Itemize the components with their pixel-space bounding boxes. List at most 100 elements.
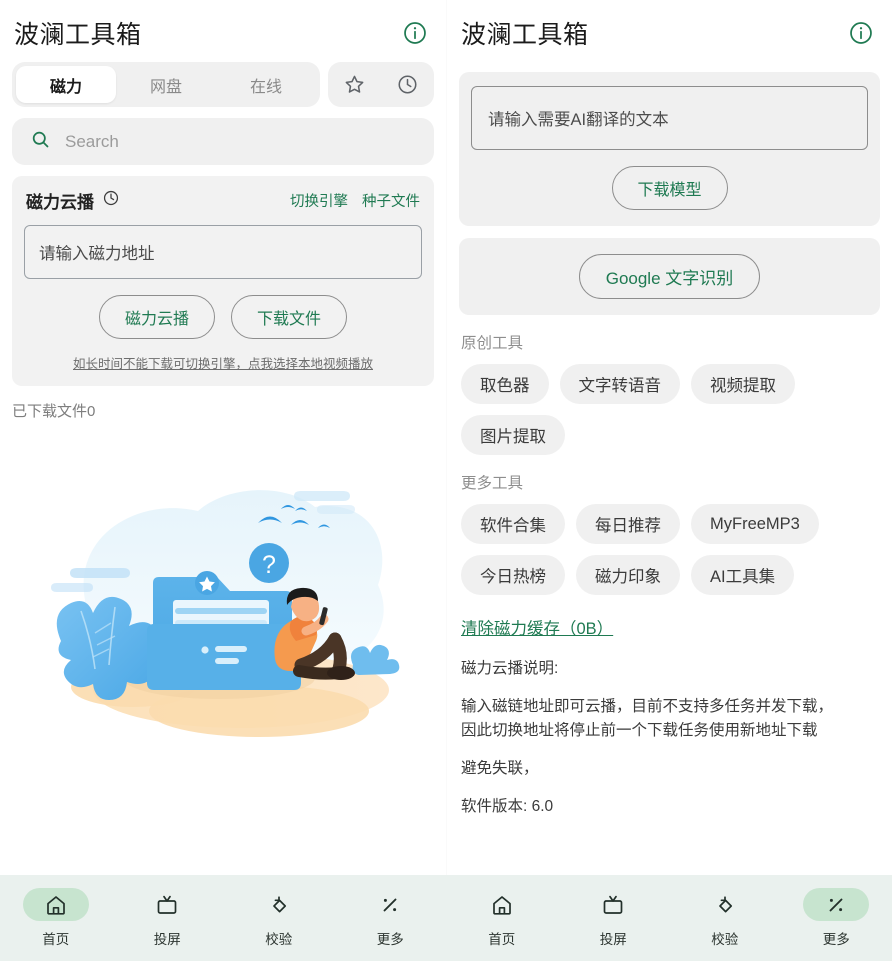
nav-label: 校验 — [711, 932, 739, 947]
nav-item-cast[interactable]: 投屏 — [112, 888, 224, 948]
empty-state-illustration: ? — [0, 425, 446, 755]
clock-icon[interactable] — [102, 189, 120, 212]
chip-software-collection[interactable]: 软件合集 — [461, 504, 565, 544]
search-icon — [30, 129, 51, 155]
nav-pill — [469, 888, 535, 921]
more-tools-chips: 软件合集 每日推荐 MyFreeMP3 今日热榜 磁力印象 AI工具集 — [461, 504, 892, 595]
app-screen: 波澜工具箱 磁力 网盘 在线 Search 磁力云播 切换引擎 种子文件 请输入… — [0, 0, 892, 961]
nav-pill — [246, 888, 312, 921]
original-tools-label: 原创工具 — [461, 335, 524, 352]
cast-tv-icon — [601, 893, 625, 917]
nav-item-cast[interactable]: 投屏 — [558, 888, 670, 948]
translate-text-input[interactable]: 请输入需要AI翻译的文本 — [471, 86, 868, 150]
nav-item-more[interactable]: 更多 — [781, 888, 892, 948]
page-title: 波澜工具箱 — [14, 21, 142, 49]
source-tabs: 磁力 网盘 在线 — [12, 62, 320, 107]
info-circle-icon[interactable] — [848, 20, 874, 46]
download-file-button[interactable]: 下载文件 — [231, 295, 347, 339]
page-title: 波澜工具箱 — [461, 21, 589, 49]
nav-pill — [580, 888, 646, 921]
description-paragraph-line1: 输入磁链地址即可云播，目前不支持多任务并发下载， — [461, 698, 834, 716]
cast-tv-icon — [155, 893, 179, 917]
nav-pill — [357, 888, 423, 921]
magnet-title: 磁力云播 — [26, 193, 94, 212]
tab-netdisk[interactable]: 网盘 — [116, 66, 216, 103]
search-bar[interactable]: Search — [12, 118, 434, 165]
chip-myfreemp3[interactable]: MyFreeMP3 — [691, 504, 819, 544]
rotate-verify-icon — [267, 893, 291, 917]
star-icon[interactable] — [343, 73, 366, 96]
chip-color-picker[interactable]: 取色器 — [461, 364, 549, 404]
original-tools-chips: 取色器 文字转语音 视频提取 图片提取 — [461, 364, 892, 455]
left-header: 波澜工具箱 — [0, 0, 446, 62]
magnet-card-header: 磁力云播 切换引擎 种子文件 — [24, 188, 422, 213]
tabs-row: 磁力 网盘 在线 — [0, 62, 446, 107]
magnet-description-block: 磁力云播说明: 输入磁链地址即可云播，目前不支持多任务并发下载， 因此切换地址将… — [461, 657, 878, 819]
clock-icon[interactable] — [396, 73, 419, 96]
chip-magnet-impression[interactable]: 磁力印象 — [576, 555, 680, 595]
chip-daily-recommend[interactable]: 每日推荐 — [576, 504, 680, 544]
description-paragraph-line2: 因此切换地址将停止前一个下载任务使用新地址下载 — [461, 722, 818, 740]
tab-online[interactable]: 在线 — [216, 66, 316, 103]
magnet-address-input[interactable]: 请输入磁力地址 — [24, 225, 422, 279]
chip-text-to-speech[interactable]: 文字转语音 — [559, 364, 680, 404]
downloaded-count-label: 已下载文件0 — [12, 403, 96, 420]
nav-label: 首页 — [488, 932, 516, 947]
right-panel: 波澜工具箱 请输入需要AI翻译的文本 下载模型 Google 文字识别 原创工具… — [446, 0, 892, 875]
chip-image-extract[interactable]: 图片提取 — [461, 415, 565, 455]
svg-text:?: ? — [262, 551, 276, 579]
tab-actions — [328, 62, 434, 107]
left-panel: 波澜工具箱 磁力 网盘 在线 Search 磁力云播 切换引擎 种子文件 请输入… — [0, 0, 446, 875]
nav-pill — [22, 888, 89, 921]
percent-more-icon — [824, 893, 848, 917]
home-icon — [490, 893, 514, 917]
tab-magnet[interactable]: 磁力 — [16, 66, 116, 103]
nav-pill — [692, 888, 758, 921]
rotate-verify-icon — [713, 893, 737, 917]
info-circle-icon[interactable] — [402, 20, 428, 46]
software-version: 软件版本: 6.0 — [461, 798, 554, 816]
description-heading: 磁力云播说明: — [461, 660, 559, 677]
google-ocr-button[interactable]: Google 文字识别 — [578, 254, 761, 299]
home-icon — [44, 893, 68, 917]
bottom-nav-right: 首页 投屏 校验 更多 — [446, 875, 892, 961]
description-paragraph-2: 避免失联， — [461, 760, 539, 778]
torrent-file-link[interactable]: 种子文件 — [362, 190, 420, 211]
nav-pill — [134, 888, 200, 921]
nav-label: 更多 — [376, 932, 404, 947]
magnet-links: 切换引擎 种子文件 — [290, 190, 420, 211]
nav-label: 更多 — [822, 932, 850, 947]
local-video-hint-link[interactable]: 如长时间不能下载可切换引擎，点我选择本地视频播放 — [24, 353, 422, 372]
magnet-play-button[interactable]: 磁力云播 — [99, 295, 215, 339]
dual-panel-container: 波澜工具箱 磁力 网盘 在线 Search 磁力云播 切换引擎 种子文件 请输入… — [0, 0, 892, 875]
nav-label: 投屏 — [153, 932, 181, 947]
google-ocr-card: Google 文字识别 — [459, 238, 880, 315]
nav-label: 投屏 — [599, 932, 627, 947]
magnet-button-row: 磁力云播 下载文件 — [24, 295, 422, 339]
switch-engine-link[interactable]: 切换引擎 — [290, 190, 348, 211]
download-model-button[interactable]: 下载模型 — [611, 166, 728, 210]
more-tools-label: 更多工具 — [461, 475, 524, 492]
nav-item-home[interactable]: 首页 — [0, 888, 112, 948]
bottom-navigation: 首页 投屏 校验 更多 首页 投屏 校验 更多 — [0, 875, 892, 961]
chip-today-hot[interactable]: 今日热榜 — [461, 555, 565, 595]
ai-translate-card: 请输入需要AI翻译的文本 下载模型 — [459, 72, 880, 226]
clear-magnet-cache-link[interactable]: 清除磁力缓存（0B） — [461, 615, 613, 639]
right-header: 波澜工具箱 — [447, 0, 892, 62]
nav-item-verify[interactable]: 校验 — [669, 888, 781, 948]
nav-item-verify[interactable]: 校验 — [223, 888, 335, 948]
nav-label: 首页 — [42, 932, 70, 947]
nav-pill — [803, 888, 870, 921]
chip-ai-toolset[interactable]: AI工具集 — [691, 555, 795, 595]
translate-input-placeholder: 请输入需要AI翻译的文本 — [488, 111, 669, 129]
percent-more-icon — [378, 893, 402, 917]
translate-card-actions: 下载模型 — [471, 166, 868, 210]
chip-video-extract[interactable]: 视频提取 — [691, 364, 795, 404]
search-input[interactable]: Search — [65, 132, 119, 152]
nav-item-more[interactable]: 更多 — [335, 888, 447, 948]
nav-item-home[interactable]: 首页 — [446, 888, 558, 948]
magnet-address-placeholder: 请输入磁力地址 — [39, 245, 155, 263]
magnet-title-group: 磁力云播 — [26, 188, 120, 213]
